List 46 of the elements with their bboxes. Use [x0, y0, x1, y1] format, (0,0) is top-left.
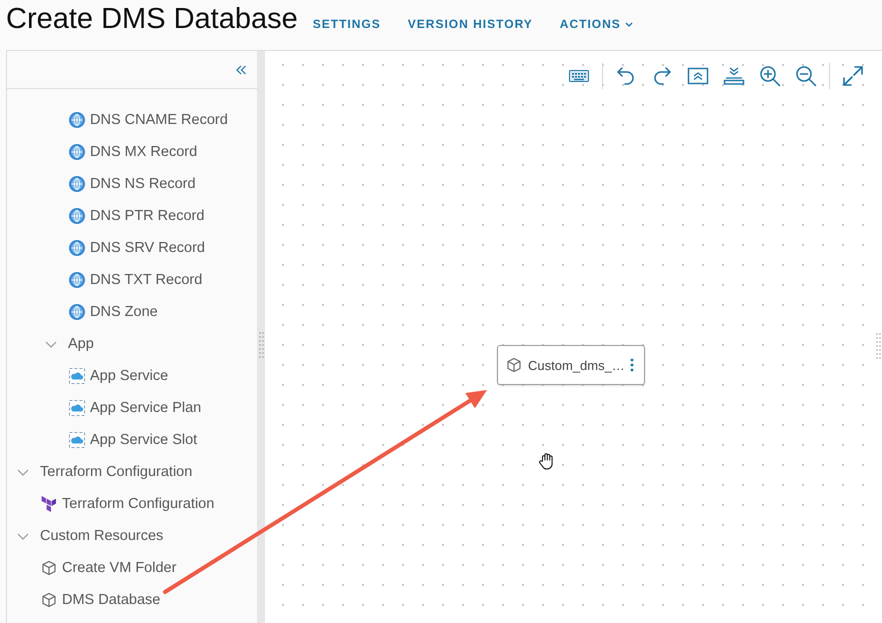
- cloud-tile-icon: [69, 400, 85, 416]
- nav-link[interactable]: SETTINGS: [312, 17, 381, 31]
- palette-item[interactable]: App Service Slot: [7, 424, 257, 456]
- palette-item[interactable]: App Service Plan: [7, 392, 257, 424]
- globe-icon: [69, 240, 85, 256]
- chevrons-up-box-icon[interactable]: [687, 65, 709, 87]
- cube-icon: [41, 592, 57, 608]
- palette-item[interactable]: Terraform Configuration: [7, 488, 257, 520]
- globe-icon: [69, 208, 85, 224]
- tree-group-item[interactable]: Custom Resources: [7, 520, 257, 552]
- palette-item[interactable]: DNS SRV Record: [7, 232, 257, 264]
- palette-item[interactable]: App Service: [7, 360, 257, 392]
- cloud-tile-icon: [69, 432, 85, 448]
- globe-icon: [69, 304, 85, 320]
- cube-icon: [41, 560, 57, 576]
- globe-icon: [69, 176, 85, 192]
- resize-handle[interactable]: [258, 332, 264, 358]
- palette-item[interactable]: DNS NS Record: [7, 168, 257, 200]
- design-canvas[interactable]: Custom_dms_…: [265, 51, 882, 623]
- cloud-tile-icon: [69, 368, 85, 384]
- nav-link[interactable]: VERSION HISTORY: [408, 17, 533, 31]
- palette-item[interactable]: DNS CNAME Record: [7, 104, 257, 136]
- palette-item[interactable]: Create VM Folder: [7, 552, 257, 584]
- resize-handle[interactable]: [876, 333, 881, 359]
- palette-item[interactable]: DNS TXT Record: [7, 264, 257, 296]
- collapse-icon[interactable]: [235, 64, 247, 76]
- palette-item[interactable]: DNS Zone: [7, 296, 257, 328]
- zoom-in-icon[interactable]: [759, 65, 781, 87]
- chevrons-down-tray-icon[interactable]: [723, 65, 745, 87]
- caret-icon: [624, 22, 633, 26]
- globe-icon: [69, 112, 85, 128]
- menu-button[interactable]: ACTIONS: [560, 17, 633, 31]
- tree-group-item[interactable]: Terraform Configuration: [7, 456, 257, 488]
- kebab-menu-icon[interactable]: [630, 358, 634, 372]
- blocks-logo-icon: [41, 496, 57, 512]
- palette-item[interactable]: DNS PTR Record: [7, 200, 257, 232]
- page-title: Create DMS Database: [6, 4, 298, 34]
- palette-item[interactable]: DMS Database: [7, 584, 257, 616]
- globe-icon: [69, 144, 85, 160]
- globe-icon: [69, 272, 85, 288]
- zoom-out-icon[interactable]: [795, 65, 817, 87]
- resource-node[interactable]: Custom_dms_…: [497, 345, 645, 385]
- cube-icon: [506, 357, 522, 373]
- palette-item[interactable]: DNS MX Record: [7, 136, 257, 168]
- tree-group-item[interactable]: App: [7, 328, 257, 360]
- expand-icon[interactable]: [842, 65, 864, 87]
